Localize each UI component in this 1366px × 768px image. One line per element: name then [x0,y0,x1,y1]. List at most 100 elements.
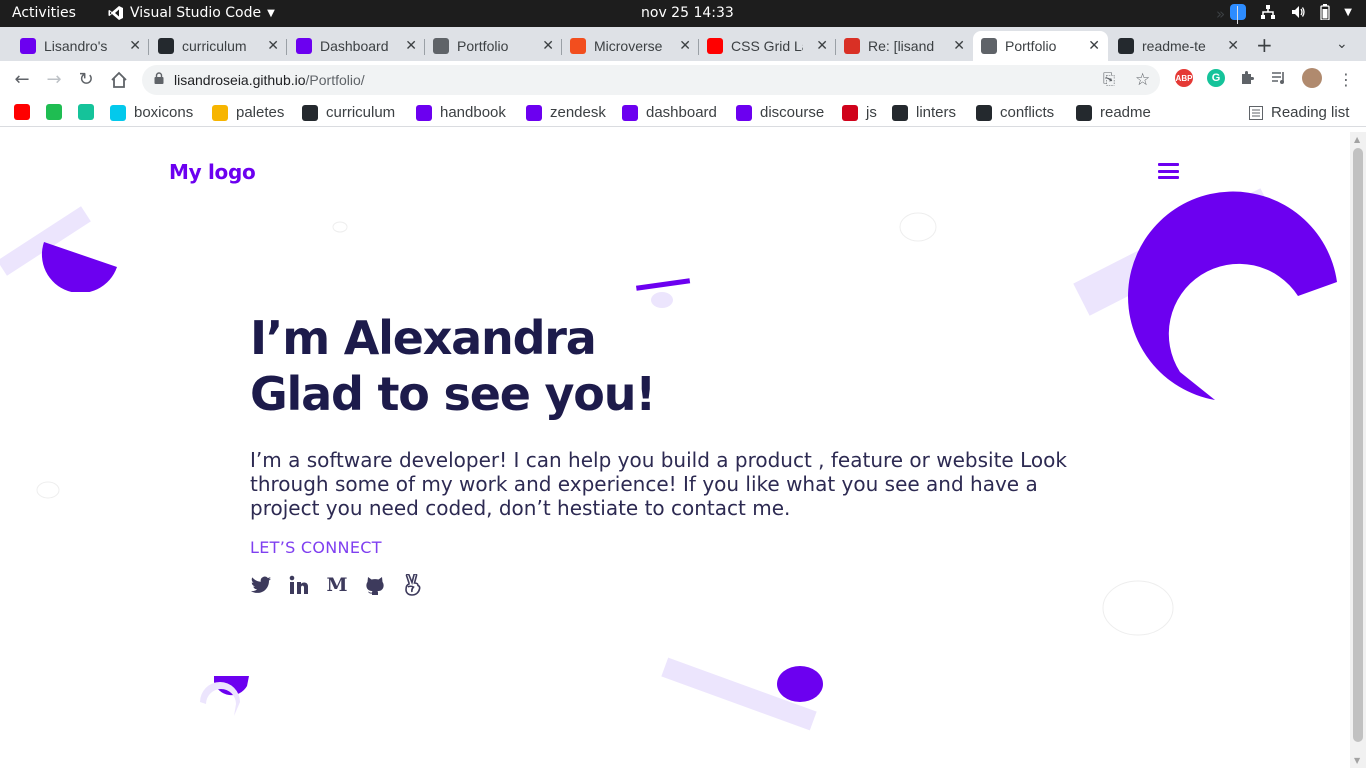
adblock-icon[interactable]: ABP [1175,69,1193,87]
bookmark-3[interactable] [78,104,94,120]
tab-5[interactable]: Microverse✕ [562,31,699,61]
hero-heading-line-1: I’m Alexandra [250,310,655,366]
bookmark-14[interactable]: readme [1076,104,1151,121]
tab-label: Re: [lisand [868,38,940,54]
menu-kebab-icon[interactable]: ⋮ [1338,70,1354,89]
angellist-icon[interactable] [402,573,424,597]
close-icon[interactable]: ✕ [405,37,417,54]
reload-button[interactable]: ↻ [75,69,97,90]
hero-description: I’m a software developer! I can help you… [250,448,1070,520]
close-icon[interactable]: ✕ [1088,37,1100,54]
tab-3[interactable]: Dashboard✕ [288,31,425,61]
decorative-shape [898,210,940,244]
tab-6[interactable]: CSS Grid La ✕ [699,31,836,61]
bookmark-label: boxicons [134,104,193,121]
decorative-shape [332,220,350,234]
hamburger-bar [1158,163,1179,166]
microverse-icon [296,38,312,54]
boxicons-icon [110,105,126,121]
close-icon[interactable]: ✕ [267,37,279,54]
bookmark-11[interactable]: js [842,104,877,121]
bookmark-4[interactable]: boxicons [110,104,193,121]
app-menu[interactable]: Visual Studio Code ▼ [108,5,275,21]
scroll-down-arrow-icon[interactable]: ▼ [1354,756,1360,765]
tab-search-button[interactable]: ⌄ [1336,36,1348,52]
twitter-icon[interactable] [250,573,272,597]
social-links: M [250,573,424,597]
tab-2[interactable]: curriculum✕ [150,31,287,61]
volume-icon[interactable] [1290,4,1306,20]
bookmark-1[interactable] [14,104,30,120]
app-name: Visual Studio Code [130,5,261,21]
decorative-shape [660,656,830,732]
bookmark-9[interactable]: dashboard [622,104,717,121]
close-icon[interactable]: ✕ [542,37,554,54]
bookmark-5[interactable]: paletes [212,104,284,121]
lock-icon[interactable] [154,72,164,84]
extensions-icon[interactable] [1239,70,1255,86]
tab-divider [286,39,287,55]
medium-icon[interactable]: M [326,573,348,597]
scrollbar-thumb[interactable] [1353,148,1363,742]
zoom-icon[interactable] [1230,4,1246,20]
hamburger-menu-icon[interactable] [1158,163,1179,179]
tab-label: CSS Grid La [731,38,803,54]
close-icon[interactable]: ✕ [129,37,141,54]
translate-icon[interactable]: ⎘ [1103,71,1115,88]
bookmark-label: paletes [236,104,284,121]
close-icon[interactable]: ✕ [953,37,965,54]
bookmark-2[interactable] [46,104,62,120]
url-path: /Portfolio/ [306,72,365,88]
clock[interactable]: nov 25 14:33 [641,5,734,21]
reading-list-icon [1249,106,1263,120]
tab-9[interactable]: readme-te ✕ [1110,31,1247,61]
grammarly-icon [78,104,94,120]
close-icon[interactable]: ✕ [679,37,691,54]
github-icon[interactable] [364,573,386,597]
microverse-icon [526,105,542,121]
tab-1[interactable]: Lisandro's✕ [12,31,149,61]
bookmark-6[interactable]: curriculum [302,104,395,121]
forward-button[interactable]: → [43,69,65,90]
linkedin-icon[interactable] [288,573,310,597]
bookmark-star-icon[interactable]: ☆ [1135,70,1150,90]
system-tray[interactable]: ▼ [1230,4,1352,20]
avatar[interactable] [1302,68,1322,88]
hamburger-bar [1158,176,1179,179]
battery-icon[interactable] [1320,4,1330,20]
activities-button[interactable]: Activities [12,5,76,21]
url-text[interactable]: lisandroseia.github.io/Portfolio/ [174,72,365,88]
back-button[interactable]: ← [11,69,33,90]
counter-icon [46,104,62,120]
bookmark-10[interactable]: discourse [736,104,824,121]
bookmark-8[interactable]: zendesk [526,104,606,121]
bookmark-13[interactable]: conflicts [976,104,1054,121]
figma-icon [570,38,586,54]
bookmark-label: js [866,104,877,121]
tab-4[interactable]: Portfolio✕ [425,31,562,61]
page-scrollbar[interactable]: ▲ ▼ [1350,132,1366,768]
hero-heading-line-2: Glad to see you! [250,366,655,422]
tab-7[interactable]: Re: [lisand ✕ [836,31,973,61]
bookmarks-overflow-button[interactable]: » [1216,5,1225,23]
page-viewport: My logo I’m Alexandra Glad to see you! I… [0,132,1350,768]
tab-label: readme-te [1142,38,1214,54]
home-icon[interactable] [108,71,130,89]
reading-list-button[interactable]: Reading list [1249,104,1349,121]
scroll-up-arrow-icon[interactable]: ▲ [1354,135,1360,144]
bookmark-7[interactable]: handbook [416,104,506,121]
address-bar[interactable]: lisandroseia.github.io/Portfolio/ ⎘ ☆ [142,65,1160,95]
site-logo[interactable]: My logo [169,160,255,184]
github-icon [302,105,318,121]
close-icon[interactable]: ✕ [1227,37,1239,54]
grammarly-icon[interactable]: G [1207,69,1225,87]
new-tab-button[interactable]: + [1256,33,1273,57]
bookmark-12[interactable]: linters [892,104,956,121]
tab-8[interactable]: Portfolio✕ [973,31,1108,61]
close-icon[interactable]: ✕ [816,37,828,54]
chevron-down-icon[interactable]: ▼ [1344,7,1352,18]
media-control-icon[interactable] [1271,71,1287,85]
bookmark-label: curriculum [326,104,395,121]
globe-icon [433,38,449,54]
network-icon[interactable] [1260,4,1276,20]
